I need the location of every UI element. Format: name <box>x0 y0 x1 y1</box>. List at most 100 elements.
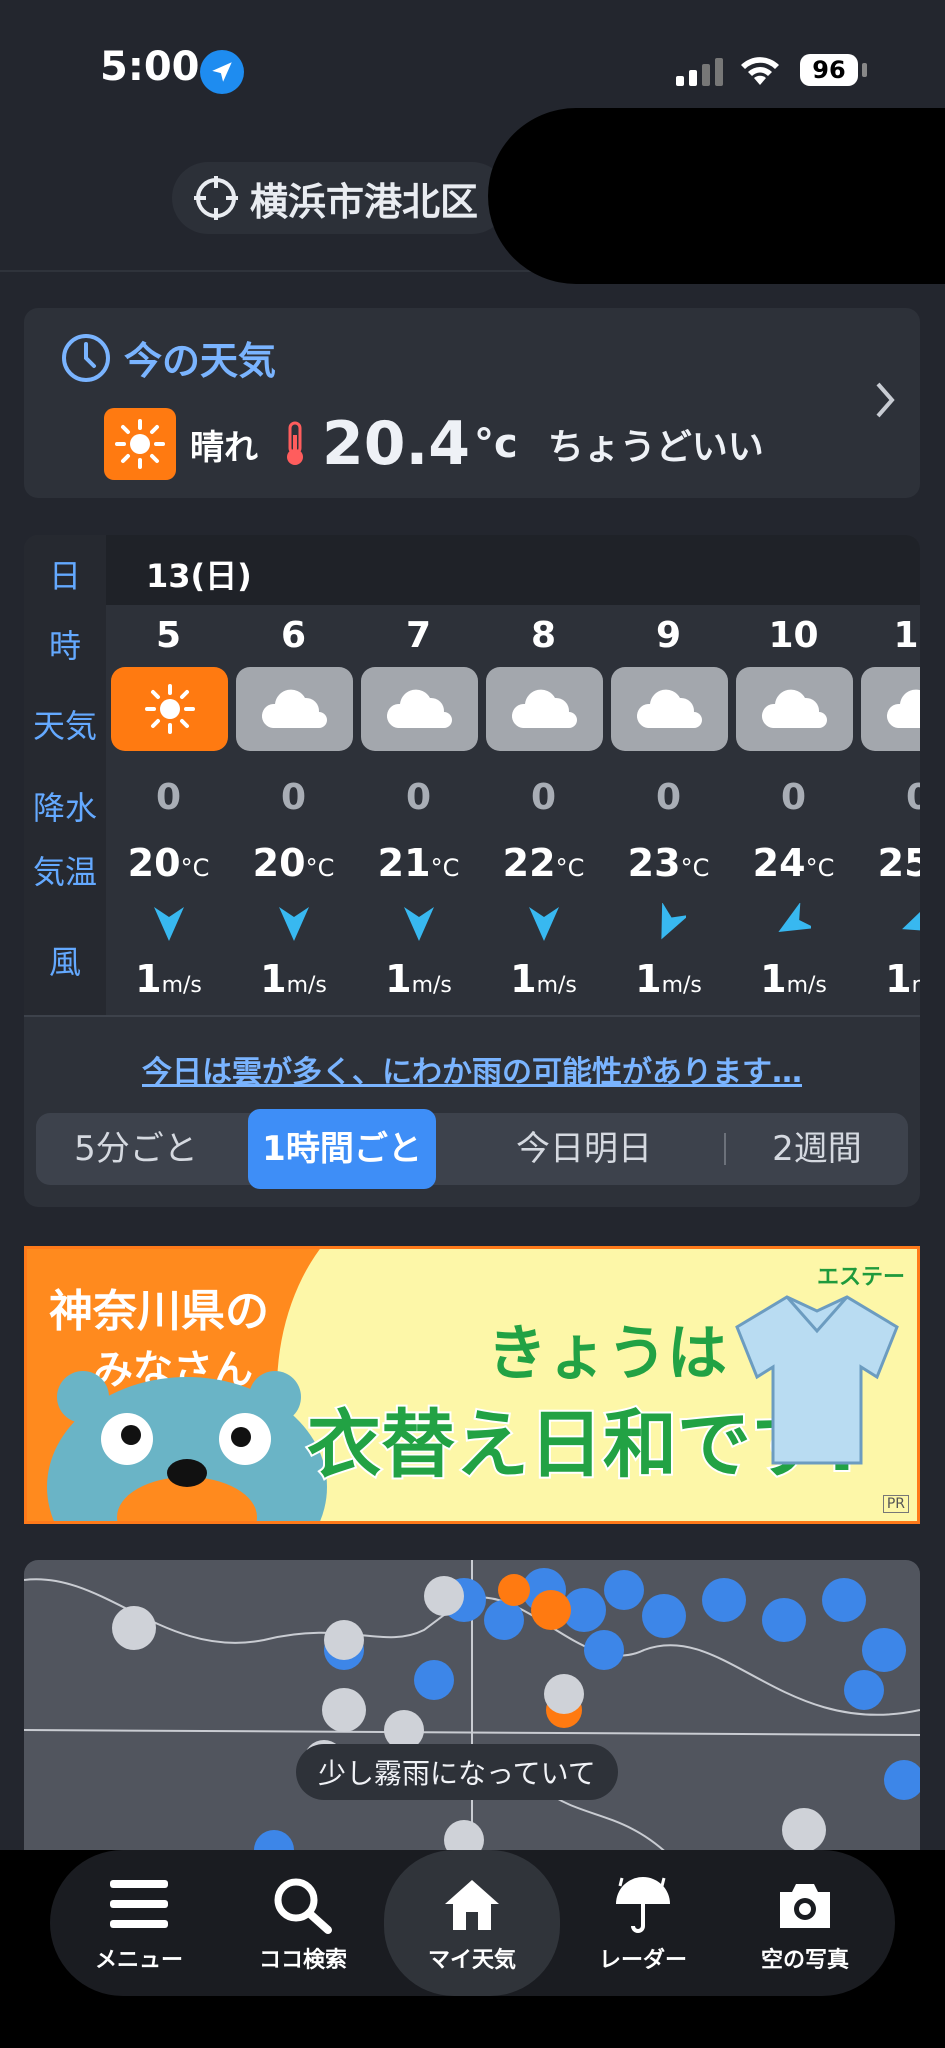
location-selector[interactable]: 横浜市港北区 <box>172 162 509 234</box>
temp-value: 20°C <box>252 841 335 885</box>
tab-my-weather[interactable]: マイ天気 <box>384 1850 560 1996</box>
hour-label: 9 <box>655 615 682 656</box>
hour-column[interactable]: 10 0 24°C 1m/s <box>731 605 856 1015</box>
location-name: 横浜市港北区 <box>250 179 479 224</box>
wifi-icon <box>741 57 779 85</box>
camera-icon <box>780 1884 830 1928</box>
wind-speed: 1m/s <box>510 957 577 1001</box>
ad-banner[interactable]: 神奈川県の みなさん きょうは 衣替え日和です! エステー PR <box>24 1246 920 1524</box>
hour-label: 6 <box>280 615 307 656</box>
forecast-summary-link[interactable]: 今日は雲が多く、にわか雨の可能性があります… <box>24 1047 920 1091</box>
clock-icon <box>62 333 110 382</box>
redaction-overlay <box>488 108 945 284</box>
tab-5min[interactable]: 5分ごと <box>36 1113 236 1185</box>
wind-direction-icon <box>279 907 309 941</box>
map-tooltip: 少し霧雨になっていて <box>296 1744 618 1800</box>
label-wind: 風 <box>48 943 81 981</box>
temp-value: 23°C <box>627 841 710 885</box>
precip-value: 0 <box>280 777 307 818</box>
label-precip: 降水 <box>32 789 97 827</box>
wind-direction-icon <box>404 907 434 941</box>
tab-menu[interactable]: メニュー <box>64 1850 214 1996</box>
hour-column[interactable]: 8 0 22°C 1m/s <box>481 605 606 1015</box>
current-condition: 晴れ <box>190 427 258 468</box>
wind-speed: 1m/s <box>635 957 702 1001</box>
crosshair-icon <box>194 176 238 220</box>
thermometer-icon <box>287 421 303 465</box>
cloudy-icon <box>861 667 920 751</box>
label-hour: 時 <box>48 627 81 665</box>
label-weather: 天気 <box>32 707 97 745</box>
cloudy-icon <box>236 667 353 751</box>
wind-speed: 1m/s <box>385 957 452 1001</box>
battery-tip <box>862 63 867 77</box>
wind-speed: 1m/s <box>760 957 827 1001</box>
temp-value: 21°C <box>377 841 460 885</box>
hour-label: 7 <box>405 615 432 656</box>
hour-column[interactable]: 5 0 20°C 1m/s <box>106 605 231 1015</box>
menu-icon <box>110 1880 168 1928</box>
temp-value: 25°C <box>877 841 920 885</box>
mascot-image <box>47 1371 327 1521</box>
precip-value: 0 <box>905 777 920 818</box>
tab-radar[interactable]: レーダー <box>568 1850 718 1996</box>
wind-speed: 1m/s <box>260 957 327 1001</box>
ad-headline1: きょうは <box>487 1319 727 1389</box>
precip-value: 0 <box>530 777 557 818</box>
date-label: 13(日) <box>146 557 252 595</box>
wind-direction-icon <box>778 903 811 932</box>
shirt-image <box>735 1295 899 1465</box>
tab-2weeks[interactable]: 2週間 <box>726 1113 908 1185</box>
sunny-icon <box>111 667 228 751</box>
cloudy-icon <box>486 667 603 751</box>
hour-column[interactable]: 6 0 20°C 1m/s <box>231 605 356 1015</box>
temp-value: 24°C <box>752 841 835 885</box>
ad-brand: エステー <box>817 1265 906 1290</box>
hourly-forecast-card: 日 時 天気 降水 気温 風 13(日) 5 0 20°C 1m/s 6 0 20°C 1m/… <box>24 535 920 1207</box>
precip-value: 0 <box>155 777 182 818</box>
precip-value: 0 <box>655 777 682 818</box>
current-temperature: 20.4 <box>322 409 471 479</box>
hour-column[interactable]: 9 0 23°C 1m/s <box>606 605 731 1015</box>
precip-value: 0 <box>780 777 807 818</box>
hour-column[interactable]: 7 0 21°C 1m/s <box>356 605 481 1015</box>
signal-icon <box>676 58 723 86</box>
precip-value: 0 <box>405 777 432 818</box>
label-day: 日 <box>48 557 81 595</box>
cloudy-icon <box>611 667 728 751</box>
temp-value: 20°C <box>127 841 210 885</box>
divider <box>24 1015 920 1017</box>
tab-search[interactable]: ココ検索 <box>228 1850 378 1996</box>
sunny-icon <box>104 408 176 480</box>
wind-direction-icon <box>154 907 184 941</box>
current-weather-card[interactable]: 今の天気 晴れ 20.4 °c ちょうどいい <box>24 308 920 498</box>
tab-today-tomorrow[interactable]: 今日明日 <box>456 1113 712 1185</box>
hour-label: 5 <box>155 615 182 656</box>
wind-direction-icon <box>661 903 686 940</box>
wind-direction-icon <box>529 907 559 941</box>
status-time: 5:00 <box>100 44 200 90</box>
wind-speed: 1m/s <box>135 957 202 1001</box>
search-icon <box>274 1878 332 1934</box>
chevron-right-icon <box>876 382 895 418</box>
tab-bar: メニュー ココ検索 マイ天気 レーダー 空の写真 <box>50 1850 895 1996</box>
hour-label: 8 <box>530 615 557 656</box>
date-bar: 13(日) <box>106 535 920 605</box>
temperature-unit: °c <box>474 421 518 467</box>
cloudy-icon <box>361 667 478 751</box>
row-labels: 日 時 天気 降水 気温 風 <box>24 535 106 1015</box>
temp-value: 22°C <box>502 841 585 885</box>
tab-hourly[interactable]: 1時間ごと <box>248 1109 436 1189</box>
hour-label: 11 <box>893 615 920 656</box>
ad-pr-badge: PR <box>882 1495 909 1513</box>
feels-like-text: ちょうどいい <box>547 427 764 468</box>
current-weather-title: 今の天気 <box>60 330 276 385</box>
label-temp: 気温 <box>32 853 97 891</box>
wind-speed: 1m/s <box>885 957 920 1001</box>
hour-label: 10 <box>768 615 819 656</box>
hour-column[interactable]: 11 0 25°C 1m/s <box>856 605 920 1015</box>
interval-segmented-control[interactable]: 5分ごと 1時間ごと 今日明日 2週間 <box>36 1109 908 1189</box>
ad-line1: 神奈川県の <box>49 1286 269 1337</box>
umbrella-icon <box>616 1877 670 1933</box>
tab-sky-photos[interactable]: 空の写真 <box>730 1850 880 1996</box>
